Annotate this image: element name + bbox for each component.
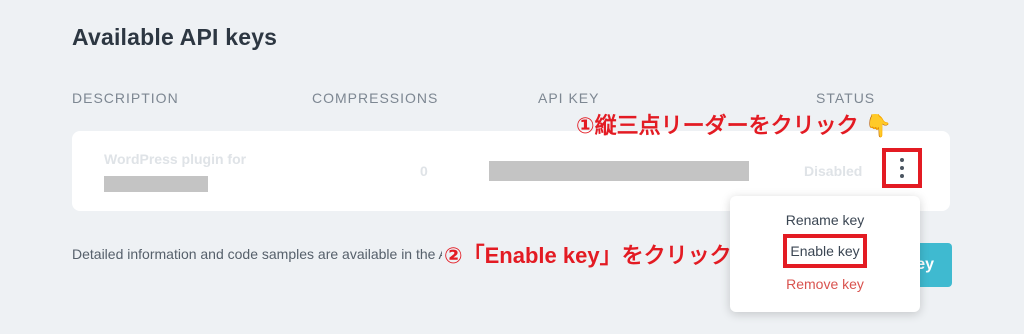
row-compressions: 0 — [420, 163, 428, 179]
row-actions-menu: Rename key Enable key Remove key — [730, 196, 920, 312]
column-header-description: DESCRIPTION — [72, 90, 179, 106]
row-description-redacted — [104, 176, 208, 192]
menu-item-rename-key[interactable]: Rename key — [730, 212, 920, 228]
annotation-step1: ①縦三点リーダーをクリック 👇 — [576, 108, 892, 140]
section-title: Available API keys — [72, 24, 278, 50]
annotation-step2: ②「Enable key」をクリック 👉 — [442, 238, 768, 270]
column-header-compressions: COMPRESSIONS — [312, 90, 439, 106]
row-status: Disabled — [804, 163, 863, 179]
row-description: WordPress plugin for — [104, 151, 247, 167]
menu-item-remove-key[interactable]: Remove key — [730, 276, 920, 292]
more-vertical-icon — [900, 158, 904, 178]
annotation-step1-text: ①縦三点リーダーをクリック — [576, 113, 859, 138]
menu-item-enable-key[interactable]: Enable key — [783, 234, 867, 268]
column-header-api-key: API KEY — [538, 90, 600, 106]
column-header-status: STATUS — [816, 90, 876, 106]
annotation-step2-text: ②「Enable key」をクリック — [444, 243, 732, 268]
row-api-key-redacted — [489, 161, 749, 181]
row-menu-button[interactable] — [882, 148, 922, 188]
pointing-hand-icon: 👇 — [864, 113, 893, 138]
